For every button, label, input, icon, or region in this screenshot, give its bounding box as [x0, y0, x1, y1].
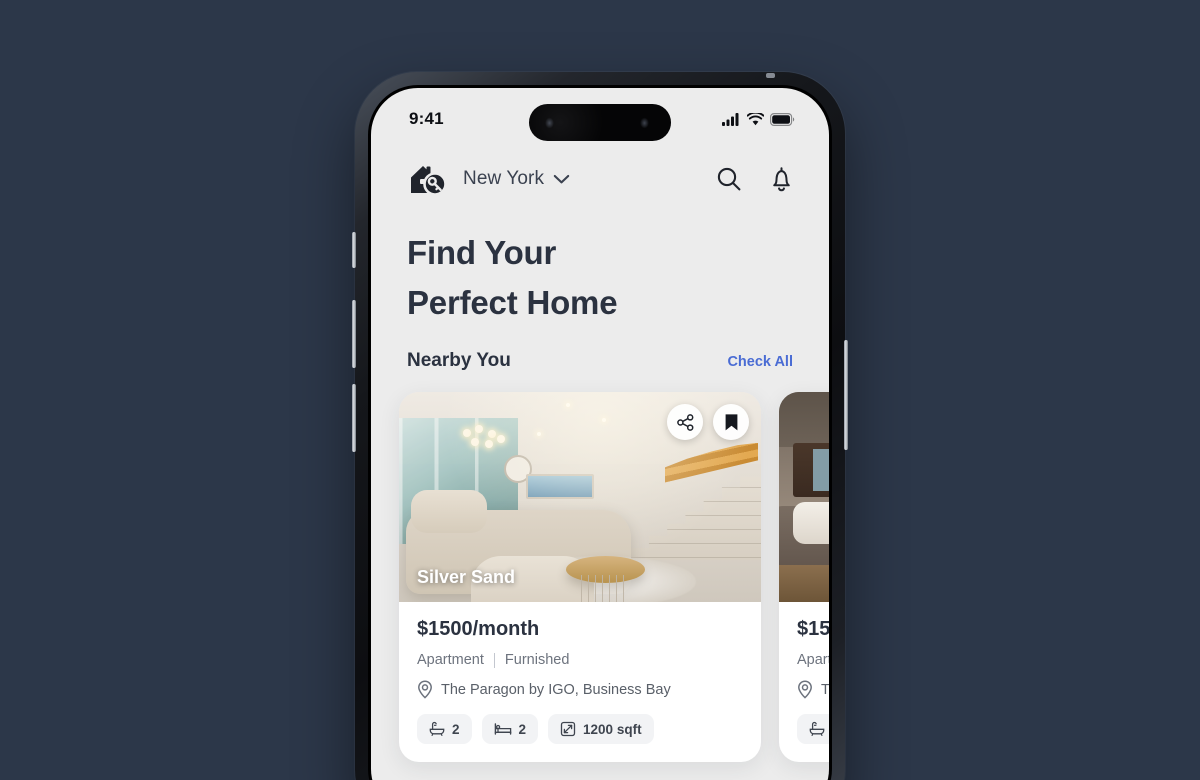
location-pin-icon: [418, 680, 432, 699]
property-meta: Apartment Furnished: [417, 652, 743, 668]
section-header: Nearby You Check All: [371, 328, 829, 372]
property-meta: Apartment Furnished: [797, 652, 829, 668]
bell-icon[interactable]: [770, 166, 793, 193]
dynamic-island: [529, 104, 671, 141]
power-button[interactable]: [844, 340, 848, 450]
status-icons-group: [722, 112, 795, 126]
phone-top-speaker: [766, 73, 775, 78]
bath-chip: 2: [417, 714, 472, 745]
hero-line-1: Find Your: [407, 234, 557, 271]
search-icon[interactable]: [716, 166, 742, 192]
volume-down-button[interactable]: [352, 384, 356, 452]
property-photo[interactable]: Silver Sand: [399, 392, 761, 603]
meta-divider: [493, 652, 495, 668]
bath-chip: 2: [797, 714, 829, 745]
property-feature-chips: 2 2: [417, 714, 743, 745]
volume-up-button[interactable]: [352, 300, 356, 368]
header-actions: [716, 166, 793, 193]
location-pin-icon: [798, 680, 812, 699]
status-bar: 9:41: [371, 88, 829, 144]
property-card-body: $1500/month Apartment Furnished: [399, 602, 761, 762]
app-header: New York: [371, 144, 829, 206]
section-title: Nearby You: [407, 350, 511, 372]
property-type: Apartment: [797, 652, 829, 669]
hero-title: Find Your Perfect Home: [371, 206, 829, 328]
house-key-logo: [411, 166, 447, 196]
property-cards-rail[interactable]: Silver Sand $1500/month Apartment Furnis…: [371, 374, 829, 763]
phone-bezel: 9:41 New York Find Your Perfect Home Nea…: [368, 85, 832, 780]
bed-chip: 2: [481, 714, 539, 745]
photo-action-buttons: [667, 404, 749, 441]
silent-switch-button[interactable]: [352, 232, 356, 268]
property-address-row: The Paragon by IGO, Business Bay: [797, 680, 829, 699]
property-card[interactable]: $1500/month Apartment Furnished: [779, 392, 829, 763]
cellular-signal-icon: [722, 112, 739, 126]
bath-icon: [429, 722, 445, 737]
bookmark-button[interactable]: [713, 404, 749, 441]
property-card[interactable]: Silver Sand $1500/month Apartment Furnis…: [399, 392, 761, 763]
hero-line-2: Perfect Home: [407, 284, 618, 322]
property-address: The Paragon by IGO, Business Bay: [821, 681, 829, 698]
battery-icon: [770, 112, 795, 126]
share-button[interactable]: [667, 404, 703, 441]
city-selector[interactable]: New York: [463, 168, 570, 190]
wifi-icon: [747, 112, 764, 125]
bath-icon: [809, 722, 825, 737]
share-icon: [676, 413, 693, 431]
check-all-link[interactable]: Check All: [727, 354, 793, 370]
chevron-down-icon: [553, 174, 570, 183]
phone-device-frame: 9:41 New York Find Your Perfect Home Nea…: [352, 72, 848, 780]
area-value: 1200 sqft: [583, 721, 642, 737]
bed-icon: [494, 723, 511, 736]
area-icon: [560, 722, 576, 737]
phone-screen: 9:41 New York Find Your Perfect Home Nea…: [371, 88, 829, 780]
scene-backdrop: 9:41 New York Find Your Perfect Home Nea…: [0, 0, 1200, 780]
bed-count: 2: [518, 721, 527, 737]
property-price: $1500/month: [797, 618, 829, 641]
status-time: 9:41: [409, 109, 444, 128]
area-chip: 1200 sqft: [548, 714, 654, 745]
bookmark-icon: [725, 414, 737, 431]
property-name: Silver Sand: [417, 567, 516, 588]
property-price: $1500/month: [417, 618, 540, 641]
property-feature-chips: 2 2: [797, 714, 829, 745]
living-room-photo: [779, 392, 829, 603]
property-furnishing: Furnished: [504, 652, 570, 669]
property-address-row: The Paragon by IGO, Business Bay: [417, 680, 743, 699]
property-address: The Paragon by IGO, Business Bay: [441, 681, 671, 698]
city-name-label: New York: [463, 168, 545, 189]
bath-count: 2: [452, 721, 460, 737]
property-type: Apartment: [417, 652, 484, 669]
property-card-body: $1500/month Apartment Furnished: [779, 602, 829, 762]
property-photo[interactable]: [779, 392, 829, 603]
